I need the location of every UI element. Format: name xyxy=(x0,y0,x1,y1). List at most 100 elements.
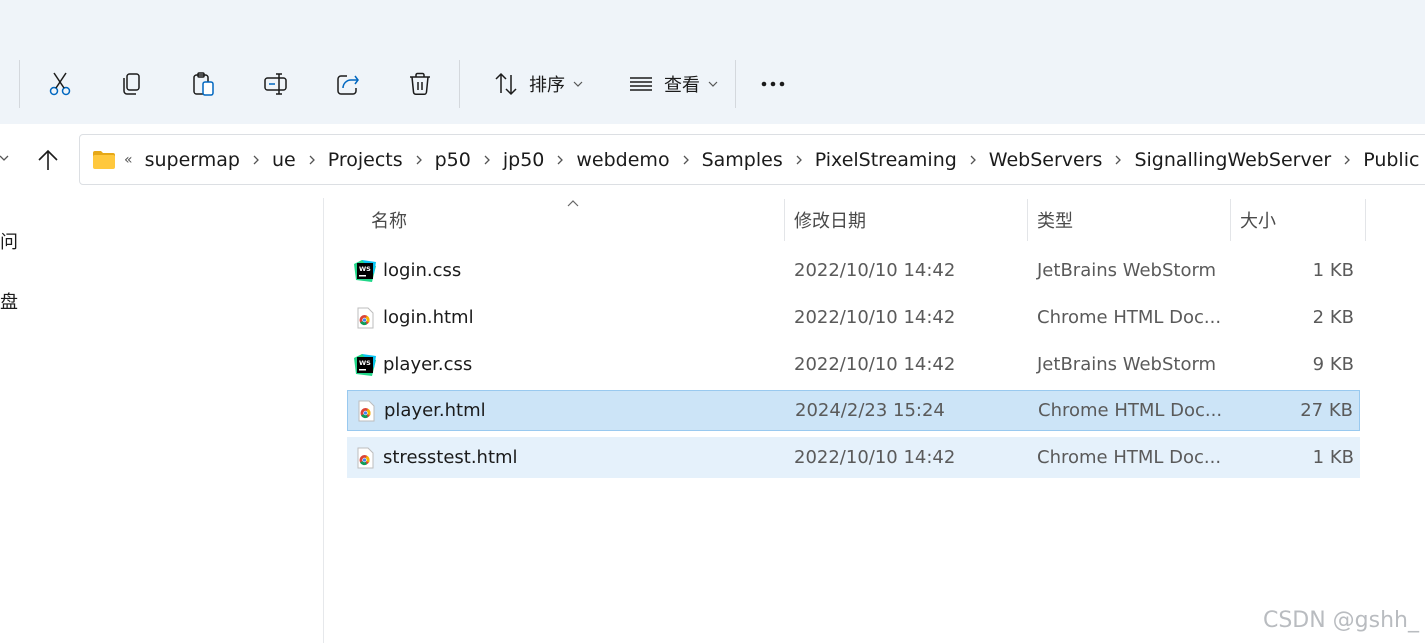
rename-icon xyxy=(264,73,287,95)
delete-icon xyxy=(410,72,430,96)
share-button[interactable] xyxy=(324,60,372,108)
file-row[interactable]: stresstest.html 2022/10/10 14:42 Chrome HT… xyxy=(347,437,1360,478)
svg-text:WS: WS xyxy=(359,359,371,367)
cut-button[interactable] xyxy=(36,60,84,108)
breadcrumb-item[interactable]: WebServers xyxy=(989,149,1103,171)
file-name: stresstest.html xyxy=(383,447,518,468)
column-divider[interactable] xyxy=(784,199,785,241)
file-row[interactable]: login.html 2022/10/10 14:42 Chrome HTML Do… xyxy=(347,297,1360,338)
more-icon xyxy=(761,81,785,87)
chrome-html-icon xyxy=(354,447,376,469)
file-size-cell: 27 KB xyxy=(1300,400,1353,421)
chevron-right-icon[interactable] xyxy=(252,154,260,166)
breadcrumb-item[interactable]: supermap xyxy=(145,149,240,171)
file-name-cell: login.html xyxy=(354,297,474,338)
file-name-cell: player.html xyxy=(355,391,486,430)
column-divider[interactable] xyxy=(1027,199,1028,241)
chevron-down-icon xyxy=(573,81,583,87)
sort-icon xyxy=(495,72,517,96)
file-size-cell: 1 KB xyxy=(1312,260,1354,281)
file-size-cell: 9 KB xyxy=(1312,354,1354,375)
column-header-date[interactable]: 修改日期 xyxy=(794,199,866,241)
file-name-cell: WS login.css xyxy=(354,250,461,291)
file-type-cell: Chrome HTML Doc... xyxy=(1038,400,1223,421)
folder-icon xyxy=(93,150,115,169)
up-button[interactable] xyxy=(33,144,63,176)
breadcrumb-item[interactable]: ue xyxy=(272,149,296,171)
breadcrumb: supermap ue Projects p50 jp50 webdemo Samples P… xyxy=(145,149,1420,171)
more-options-button[interactable] xyxy=(749,60,797,108)
toolbar-divider xyxy=(19,60,20,108)
copy-button[interactable] xyxy=(108,60,156,108)
chevron-right-icon[interactable] xyxy=(1343,154,1351,166)
breadcrumb-item[interactable]: webdemo xyxy=(576,149,669,171)
address-bar[interactable]: « supermap ue Projects p50 jp50 webdemo Sample… xyxy=(79,134,1425,185)
file-date-cell: 2022/10/10 14:42 xyxy=(794,307,956,328)
chevron-down-icon[interactable] xyxy=(0,153,10,165)
breadcrumb-item[interactable]: SignallingWebServer xyxy=(1134,149,1331,171)
breadcrumb-item[interactable]: jp50 xyxy=(503,149,545,171)
file-date-cell: 2024/2/23 15:24 xyxy=(795,400,945,421)
nav-item-truncated[interactable]: 问 xyxy=(0,228,18,254)
chevron-right-icon[interactable] xyxy=(308,154,316,166)
command-bar: 排序 查看 xyxy=(0,0,1425,125)
file-size-cell: 1 KB xyxy=(1312,447,1354,468)
sort-ascending-icon xyxy=(567,200,579,207)
chevron-right-icon[interactable] xyxy=(1114,154,1122,166)
file-name-cell: WS player.css xyxy=(354,344,472,385)
paste-icon xyxy=(193,72,214,96)
chrome-html-icon xyxy=(355,400,377,422)
chrome-html-icon xyxy=(354,307,376,329)
column-header-size[interactable]: 大小 xyxy=(1240,199,1276,241)
column-divider[interactable] xyxy=(1365,199,1366,241)
file-date-cell: 2022/10/10 14:42 xyxy=(794,354,956,375)
chevron-right-icon[interactable] xyxy=(969,154,977,166)
column-header-name[interactable]: 名称 xyxy=(371,199,407,241)
file-type-cell: JetBrains WebStorm xyxy=(1037,260,1217,281)
file-row[interactable]: player.html 2024/2/23 15:24 Chrome HTML Do… xyxy=(347,390,1360,431)
file-name: player.html xyxy=(384,400,486,421)
breadcrumb-item[interactable]: Public xyxy=(1363,149,1419,171)
breadcrumb-item[interactable]: p50 xyxy=(435,149,471,171)
file-date-cell: 2022/10/10 14:42 xyxy=(794,260,956,281)
navigation-pane: 问 盘 xyxy=(0,198,324,643)
svg-text:WS: WS xyxy=(359,265,371,273)
watermark: CSDN @gshh_ xyxy=(1262,608,1419,633)
chevron-right-icon[interactable] xyxy=(795,154,803,166)
breadcrumb-item[interactable]: Projects xyxy=(328,149,403,171)
webstorm-icon: WS xyxy=(354,353,376,376)
file-date-cell: 2022/10/10 14:42 xyxy=(794,447,956,468)
toolbar-divider xyxy=(459,60,460,108)
sort-label: 排序 xyxy=(529,75,565,96)
chevron-right-icon[interactable] xyxy=(483,154,491,166)
chevron-right-icon[interactable] xyxy=(415,154,423,166)
chevron-right-icon[interactable] xyxy=(682,154,690,166)
rename-button[interactable] xyxy=(252,60,300,108)
share-icon xyxy=(337,75,359,95)
breadcrumb-item[interactable]: Samples xyxy=(702,149,783,171)
chevron-down-icon xyxy=(708,81,718,87)
webstorm-icon: WS xyxy=(354,259,376,282)
file-name: login.html xyxy=(383,307,474,328)
view-button[interactable]: 查看 xyxy=(617,60,729,108)
file-row[interactable]: WS player.css 2022/10/10 14:42 JetBrains We… xyxy=(347,344,1360,385)
file-name-cell: stresstest.html xyxy=(354,437,518,478)
breadcrumb-overflow[interactable]: « xyxy=(124,152,133,168)
sort-button[interactable]: 排序 xyxy=(482,60,594,108)
file-size-cell: 2 KB xyxy=(1312,307,1354,328)
copy-icon xyxy=(123,73,140,95)
file-name: login.css xyxy=(383,260,462,281)
cut-icon xyxy=(49,72,71,96)
file-type-cell: JetBrains WebStorm xyxy=(1037,354,1217,375)
paste-button[interactable] xyxy=(180,60,228,108)
toolbar-divider xyxy=(735,60,736,108)
column-divider[interactable] xyxy=(1230,199,1231,241)
breadcrumb-item[interactable]: PixelStreaming xyxy=(815,149,957,171)
view-icon xyxy=(630,77,652,91)
file-row[interactable]: WS login.css 2022/10/10 14:42 JetBrains Web… xyxy=(347,250,1360,291)
column-header-type[interactable]: 类型 xyxy=(1037,199,1073,241)
delete-button[interactable] xyxy=(396,60,444,108)
nav-item-truncated[interactable]: 盘 xyxy=(0,288,18,314)
file-type-cell: Chrome HTML Doc... xyxy=(1037,307,1222,328)
chevron-right-icon[interactable] xyxy=(556,154,564,166)
